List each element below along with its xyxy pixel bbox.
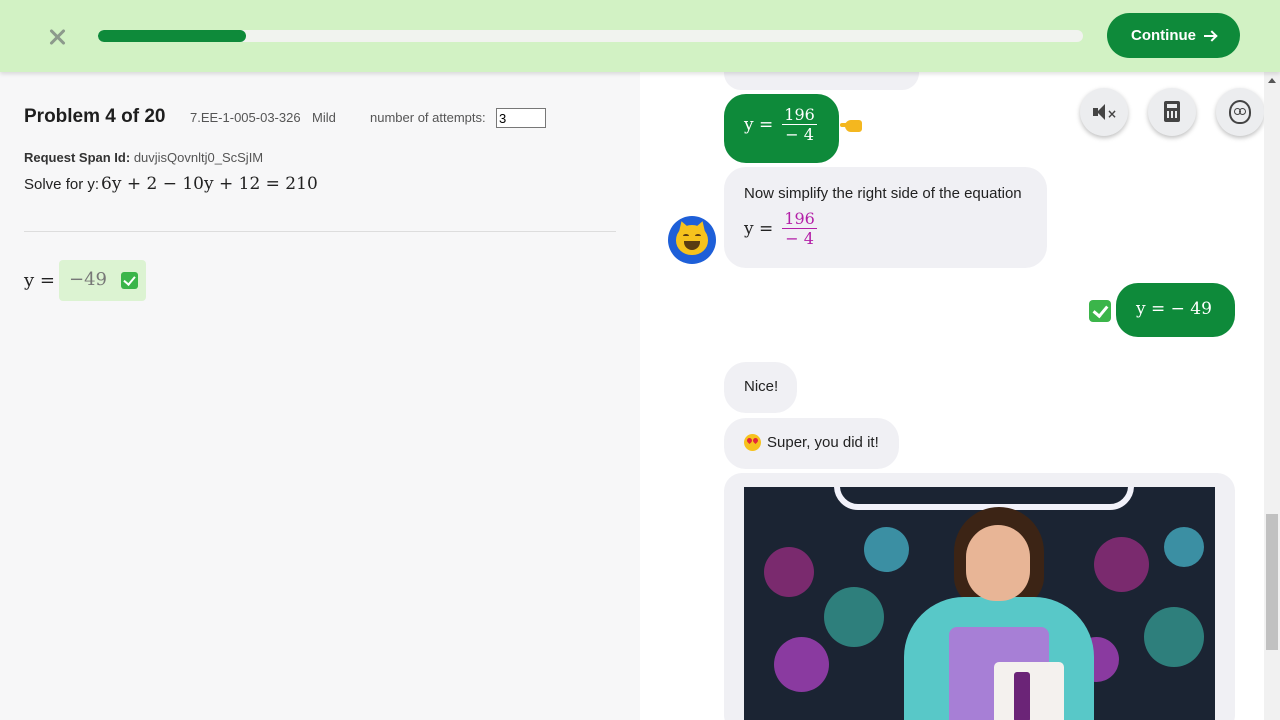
- person-face: [966, 525, 1030, 601]
- attempts-label: number of attempts:: [370, 110, 486, 125]
- cat-emoji-icon: [676, 225, 708, 255]
- answer-box[interactable]: −49: [59, 260, 146, 301]
- user-message: y = − 49: [1116, 283, 1235, 337]
- span-value: duvjisQovnltj0_ScSjIM: [133, 150, 264, 165]
- tutor-gif-message: [724, 473, 1235, 720]
- problem-equation: 6y + 2 − 10y + 12 = 210: [101, 174, 318, 194]
- divider: [24, 231, 616, 232]
- decor-balloon: [1164, 527, 1204, 567]
- progress-bar: [98, 30, 1083, 42]
- neon-sign: [834, 487, 1134, 510]
- fraction-expression: y = 196 − 4: [744, 105, 818, 144]
- message-text: Nice!: [744, 378, 779, 395]
- chat-bubble-partial: [724, 72, 919, 90]
- problem-title: Problem 4 of 20: [24, 106, 166, 127]
- calculator-icon: [1164, 101, 1180, 122]
- message-content: Super, you did it!: [744, 434, 879, 451]
- message-text: Super, you did it!: [767, 434, 879, 451]
- celebration-gif: [744, 487, 1215, 720]
- check-icon: [121, 272, 138, 289]
- answer-variable: y =: [24, 270, 55, 291]
- numerator: 196: [784, 209, 815, 228]
- decor-balloon: [764, 547, 814, 597]
- tutor-message: Nice!: [724, 362, 797, 413]
- cat-eye-left: [683, 234, 689, 238]
- check-icon: [1089, 300, 1111, 322]
- difficulty-label: Mild: [312, 110, 336, 125]
- mute-icon: ×: [1093, 104, 1118, 121]
- face-icon: [1229, 100, 1251, 124]
- heart-eyes-icon: [744, 434, 761, 451]
- message-text: Now simplify the right side of the equat…: [744, 185, 1022, 202]
- answer-value: −49: [69, 269, 107, 290]
- progress-fill: [98, 30, 246, 42]
- cat-mouth: [684, 241, 700, 250]
- avatar: [668, 216, 716, 264]
- expression-lhs: y =: [744, 114, 774, 135]
- problem-panel: Problem 4 of 20 7.EE-1-005-03-326 Mild n…: [0, 72, 640, 720]
- fraction-expression: y = 196 − 4: [744, 209, 818, 248]
- continue-label: Continue: [1131, 27, 1196, 44]
- user-message: y = 196 − 4: [724, 94, 839, 163]
- cake-slice: [1014, 672, 1030, 720]
- expression-lhs: y =: [744, 218, 774, 239]
- decor-balloon: [774, 637, 829, 692]
- continue-button[interactable]: Continue: [1107, 13, 1240, 58]
- decor-balloon: [1144, 607, 1204, 667]
- top-bar: Continue: [0, 0, 1280, 72]
- decor-balloon: [864, 527, 909, 572]
- scrollbar[interactable]: [1264, 72, 1280, 720]
- request-span-id: Request Span Id: duvjisQovnltj0_ScSjIM: [24, 150, 263, 165]
- fraction: 196 − 4: [781, 209, 818, 248]
- denominator: − 4: [782, 228, 817, 248]
- calculator-button[interactable]: [1148, 88, 1196, 136]
- span-label: Request Span Id:: [24, 150, 131, 165]
- mute-button[interactable]: ×: [1080, 88, 1128, 136]
- close-icon[interactable]: [44, 24, 70, 50]
- cat-eye-right: [695, 234, 701, 238]
- tutor-message: Now simplify the right side of the equat…: [724, 167, 1047, 268]
- scroll-thumb[interactable]: [1266, 514, 1278, 650]
- problem-code: 7.EE-1-005-03-326: [190, 110, 301, 125]
- denominator: − 4: [782, 124, 817, 144]
- attempts-input[interactable]: [496, 108, 546, 128]
- solve-label: Solve for y:: [24, 176, 100, 193]
- scroll-up-arrow-icon[interactable]: [1268, 78, 1276, 83]
- tutor-message: Super, you did it!: [724, 418, 899, 469]
- arrow-right-icon: [1204, 30, 1216, 42]
- answer-expression: y = − 49: [1136, 299, 1212, 319]
- pointing-hand-icon: [840, 120, 862, 132]
- face-button[interactable]: [1216, 88, 1264, 136]
- decor-balloon: [824, 587, 884, 647]
- fraction: 196 − 4: [781, 105, 818, 144]
- mute-x-glyph: ×: [1107, 107, 1118, 121]
- decor-balloon: [1094, 537, 1149, 592]
- chat-panel: y = 196 − 4 Now simplify the right side …: [640, 72, 1264, 720]
- numerator: 196: [784, 105, 815, 124]
